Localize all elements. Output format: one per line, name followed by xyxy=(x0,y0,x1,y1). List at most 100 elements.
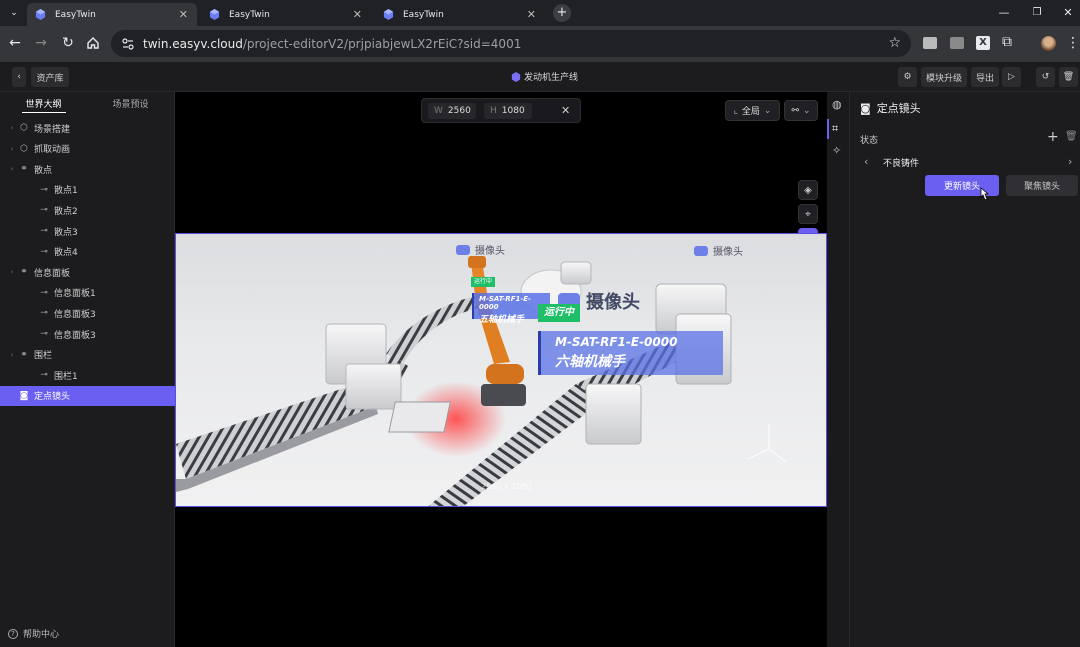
tree-expand-chevron-icon[interactable]: › xyxy=(8,351,16,359)
browser-menu-icon[interactable]: ⋮ xyxy=(1064,34,1080,52)
close-tab-icon[interactable]: ✕ xyxy=(353,8,362,21)
minimize-window-icon[interactable]: — xyxy=(995,4,1013,22)
url-host: twin.easyv.cloud xyxy=(143,36,243,51)
tree-item[interactable]: ⊸ 散点4 xyxy=(0,242,175,262)
easytwin-favicon-icon xyxy=(383,9,394,20)
width-input[interactable]: W 2560 xyxy=(428,103,476,119)
excel-extension-icon[interactable]: X xyxy=(976,36,990,50)
browser-tab-2[interactable]: EasyTwin ✕ xyxy=(201,3,371,26)
export-button[interactable]: 导出 xyxy=(971,67,999,87)
camera-focus-icon[interactable]: ⌗ xyxy=(832,122,838,136)
forward-arrow-icon[interactable]: → xyxy=(32,34,50,52)
close-window-icon[interactable]: ✕ xyxy=(1059,4,1077,22)
browser-tab-1[interactable]: EasyTwin ✕ xyxy=(27,3,197,26)
home-icon[interactable] xyxy=(86,36,100,53)
link-icon: ⊸ xyxy=(40,287,48,298)
width-value: 2560 xyxy=(447,106,471,116)
camera-extension-icon[interactable] xyxy=(923,37,937,49)
prev-state-chevron-icon[interactable]: ‹ xyxy=(864,155,868,168)
globe-icon[interactable]: ◍ xyxy=(832,98,842,111)
tree-expand-chevron-icon[interactable]: › xyxy=(8,145,16,153)
link-icon: ⊸ xyxy=(40,308,48,319)
tab-scene-preset[interactable]: 场景预设 xyxy=(87,92,174,114)
tree-item[interactable]: ⊸ 散点2 xyxy=(0,200,175,220)
module-upgrade-button[interactable]: 模块升级 xyxy=(921,67,967,87)
close-tab-icon[interactable]: ✕ xyxy=(179,8,188,21)
camera-icon: ◙ xyxy=(19,390,29,401)
help-center-link[interactable]: ? 帮助中心 xyxy=(8,627,59,640)
tree-item[interactable]: › ⬡ 场景搭建 xyxy=(0,118,175,138)
history-icon[interactable]: ↺ xyxy=(1036,67,1055,87)
tree-item[interactable]: › ⚭ 信息面板 xyxy=(0,262,175,282)
gizmo-select[interactable]: ⚯ ⌄ xyxy=(784,100,818,121)
resolution-watermark: 2560 x 1080 xyxy=(481,482,532,491)
tree-item[interactable]: ⊸ 散点3 xyxy=(0,221,175,241)
view-mode-select[interactable]: ⌞ 全局 ⌄ xyxy=(725,100,780,121)
help-circle-icon: ? xyxy=(8,628,18,639)
active-indicator xyxy=(827,119,829,139)
tree-item-label: 场景搭建 xyxy=(34,124,71,135)
back-chevron-icon[interactable]: ‹ xyxy=(12,67,26,87)
delete-state-icon[interactable]: 🗑 xyxy=(1065,131,1078,142)
layers-icon[interactable]: ◈ xyxy=(798,180,818,200)
tree-expand-chevron-icon[interactable]: › xyxy=(8,268,16,276)
profile-avatar[interactable] xyxy=(1041,36,1056,51)
group-icon: ⚭ xyxy=(20,349,28,360)
tree-item[interactable]: ◙ 定点镜头 xyxy=(0,385,175,406)
asset-library-button[interactable]: 资产库 xyxy=(31,67,69,87)
new-tab-button[interactable]: + xyxy=(553,4,571,22)
tree-item-label: 信息面板1 xyxy=(54,289,96,300)
tree-item[interactable]: ⊸ 信息面板3 xyxy=(0,324,175,344)
tree-item[interactable]: › ⬡ 抓取动画 xyxy=(0,139,175,159)
tree-item[interactable]: ⊸ 围栏1 xyxy=(0,365,175,385)
bookmark-star-icon[interactable]: ☆ xyxy=(888,35,901,51)
tree-expand-chevron-icon[interactable]: › xyxy=(8,165,16,173)
effects-star-icon[interactable]: ✧ xyxy=(832,144,841,157)
outline-panel: 世界大纲 场景预设 › ⬡ 场景搭建 › ⬡ 抓取动画 › ⚭ 散点 ⊸ 散点1 ⊸ 散点2 ⊸ 散点3 ⊸ 散… xyxy=(0,92,175,647)
close-size-icon[interactable]: ✕ xyxy=(561,104,570,117)
panel-title-text: 定点镜头 xyxy=(876,102,921,115)
tree-item-label: 围栏1 xyxy=(54,371,78,382)
close-tab-icon[interactable]: ✕ xyxy=(527,8,536,21)
tab-world-outline[interactable]: 世界大纲 xyxy=(0,92,87,114)
back-arrow-icon[interactable]: ← xyxy=(6,34,24,52)
link-icon: ⊸ xyxy=(40,184,48,195)
tree-item[interactable]: › ⚭ 散点 xyxy=(0,159,175,179)
camera-icon xyxy=(694,245,708,256)
trash-icon[interactable]: 🗑 xyxy=(1059,67,1078,87)
camera-marker-1[interactable]: 摄像头 xyxy=(456,242,505,257)
site-settings-icon[interactable] xyxy=(121,37,135,51)
tree-item-label: 信息面板3 xyxy=(54,330,96,341)
next-state-chevron-icon[interactable]: › xyxy=(1068,155,1072,168)
settings-gear-icon[interactable]: ⚙ xyxy=(898,67,917,87)
address-bar[interactable]: twin.easyv.cloud/project-editorV2/prjpia… xyxy=(111,30,911,57)
state-value[interactable]: 不良铸件 xyxy=(883,156,919,169)
tree-item[interactable]: ⊸ 散点1 xyxy=(0,180,175,200)
focus-camera-button[interactable]: 聚焦镜头 xyxy=(1006,175,1078,196)
active-tab-underline xyxy=(22,112,66,113)
tree-item-label: 围栏 xyxy=(34,351,53,362)
tree-expand-chevron-icon[interactable]: › xyxy=(8,124,16,132)
tab-search-chevron-icon[interactable]: ⌄ xyxy=(5,4,23,22)
add-state-icon[interactable]: + xyxy=(1047,129,1059,145)
big-device-name: 六轴机械手 xyxy=(555,354,625,370)
focus-frame-icon[interactable]: ⌖ xyxy=(798,204,818,224)
project-title-text: 发动机生产线 xyxy=(524,73,579,83)
restore-window-icon[interactable]: ❐ xyxy=(1028,4,1046,22)
reload-icon[interactable]: ↻ xyxy=(59,34,77,52)
height-input[interactable]: H 1080 xyxy=(484,103,532,119)
running-text: 运行中 xyxy=(544,307,574,318)
big-device-panel[interactable]: M-SAT-RF1-E-0000 六轴机械手 xyxy=(538,331,723,375)
browser-tab-3[interactable]: EasyTwin ✕ xyxy=(375,3,545,26)
camera-marker-2[interactable]: 摄像头 xyxy=(694,243,743,258)
scene-render[interactable]: 摄像头 摄像头 摄像头 运行中 M-SAT-RF1-E-0000 五轴机械手 运… xyxy=(175,233,827,507)
screen-extension-icon[interactable] xyxy=(950,37,964,49)
tree-item-label: 散点1 xyxy=(54,186,78,197)
extensions-puzzle-icon[interactable]: ⧉ xyxy=(1002,34,1012,50)
camera-icon xyxy=(456,244,470,255)
tree-item[interactable]: ⊸ 信息面板1 xyxy=(0,283,175,303)
factory-scene-illustration xyxy=(176,256,787,506)
tree-item[interactable]: ⊸ 信息面板3 xyxy=(0,303,175,323)
tree-item[interactable]: › ⚭ 围栏 xyxy=(0,345,175,365)
play-icon[interactable]: ▷ xyxy=(1002,67,1021,87)
